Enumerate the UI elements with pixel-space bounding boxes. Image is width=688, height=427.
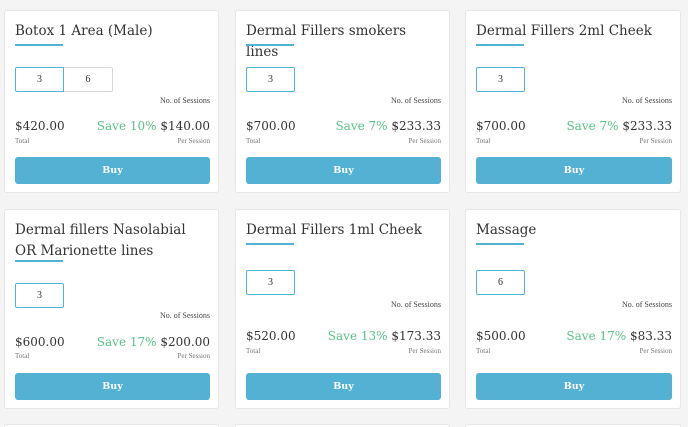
buy-button[interactable]: Buy bbox=[15, 373, 210, 400]
per-session-label: Per Session bbox=[177, 137, 210, 145]
session-option-3[interactable]: 3 bbox=[15, 283, 64, 308]
save-badge: Save 7% bbox=[335, 119, 388, 133]
title-underline bbox=[15, 260, 63, 262]
per-session-price: $83.33 bbox=[630, 329, 672, 343]
sessions-label: No. of Sessions bbox=[159, 311, 210, 320]
total-label: Total bbox=[476, 347, 491, 355]
buy-button[interactable]: Buy bbox=[246, 157, 441, 184]
session-selector: 3 6 bbox=[15, 67, 113, 92]
per-session-price: $140.00 bbox=[160, 119, 210, 133]
sessions-label: No. of Sessions bbox=[621, 96, 672, 105]
buy-button[interactable]: Buy bbox=[246, 373, 441, 400]
package-title: Dermal fillers Nasolabial OR Marionette … bbox=[15, 222, 186, 259]
per-session-label: Per Session bbox=[408, 137, 441, 145]
buy-button[interactable]: Buy bbox=[476, 157, 672, 184]
price-row: $700.00 Save 7% $233.33 bbox=[246, 119, 441, 135]
sessions-label: No. of Sessions bbox=[159, 96, 210, 105]
per-session-price: $233.33 bbox=[391, 119, 441, 133]
price-row: $520.00 Save 13% $173.33 bbox=[246, 329, 441, 345]
buy-button[interactable]: Buy bbox=[476, 373, 672, 400]
package-card: Dermal Fillers smokers lines 3 No. of Se… bbox=[235, 10, 450, 193]
per-session-label: Per Session bbox=[177, 352, 210, 360]
per-session-label: Per Session bbox=[639, 347, 672, 355]
total-price: $600.00 bbox=[15, 335, 65, 349]
session-option-3[interactable]: 3 bbox=[246, 270, 295, 295]
package-title: Massage bbox=[476, 222, 537, 238]
save-badge: Save 7% bbox=[566, 119, 619, 133]
package-card: Dermal Fillers 2ml Cheek 3 No. of Sessio… bbox=[465, 10, 681, 193]
title-underline bbox=[476, 44, 524, 46]
total-price: $420.00 bbox=[15, 119, 65, 133]
package-title: Dermal Fillers smokers lines bbox=[246, 23, 407, 60]
package-card: Dermal Fillers 1ml Cheek 3 No. of Sessio… bbox=[235, 209, 450, 409]
package-card: Massage 6 No. of Sessions $500.00 Save 1… bbox=[465, 209, 681, 409]
price-row: $700.00 Save 7% $233.33 bbox=[476, 119, 672, 135]
session-option-3[interactable]: 3 bbox=[15, 67, 64, 92]
package-card: Dermal fillers Nasolabial OR Marionette … bbox=[4, 209, 219, 409]
package-title: Botox 1 Area (Male) bbox=[15, 23, 153, 39]
per-session-price: $233.33 bbox=[622, 119, 672, 133]
per-session-price: $200.00 bbox=[160, 335, 210, 349]
price-row: $500.00 Save 17% $83.33 bbox=[476, 329, 672, 345]
per-session-label: Per Session bbox=[408, 347, 441, 355]
title-underline bbox=[246, 44, 294, 46]
save-badge: Save 17% bbox=[96, 335, 157, 349]
title-underline bbox=[476, 243, 524, 245]
total-price: $520.00 bbox=[246, 329, 296, 343]
save-badge: Save 10% bbox=[96, 119, 157, 133]
total-price: $500.00 bbox=[476, 329, 526, 343]
package-card: Botox 1 Area (Male) 3 6 No. of Sessions … bbox=[4, 10, 219, 193]
total-price: $700.00 bbox=[476, 119, 526, 133]
price-row: $420.00 Save 10% $140.00 bbox=[15, 119, 210, 135]
total-label: Total bbox=[476, 137, 491, 145]
per-session-label: Per Session bbox=[639, 137, 672, 145]
session-option-6[interactable]: 6 bbox=[476, 270, 525, 295]
save-badge: Save 17% bbox=[566, 329, 627, 343]
session-option-6[interactable]: 6 bbox=[64, 67, 113, 92]
total-label: Total bbox=[15, 352, 30, 360]
session-selector: 3 bbox=[15, 283, 64, 308]
session-option-3[interactable]: 3 bbox=[476, 67, 525, 92]
package-title: Dermal Fillers 2ml Cheek bbox=[476, 23, 652, 39]
session-selector: 3 bbox=[476, 67, 525, 92]
session-option-3[interactable]: 3 bbox=[246, 67, 295, 92]
total-label: Total bbox=[15, 137, 30, 145]
per-session-price: $173.33 bbox=[391, 329, 441, 343]
sessions-label: No. of Sessions bbox=[621, 300, 672, 309]
title-underline bbox=[246, 243, 294, 245]
session-selector: 3 bbox=[246, 270, 295, 295]
total-label: Total bbox=[246, 137, 261, 145]
save-badge: Save 13% bbox=[327, 329, 388, 343]
total-price: $700.00 bbox=[246, 119, 296, 133]
session-selector: 6 bbox=[476, 270, 525, 295]
title-underline bbox=[15, 44, 63, 46]
sessions-label: No. of Sessions bbox=[390, 96, 441, 105]
total-label: Total bbox=[246, 347, 261, 355]
buy-button[interactable]: Buy bbox=[15, 157, 210, 184]
package-title: Dermal Fillers 1ml Cheek bbox=[246, 222, 422, 238]
session-selector: 3 bbox=[246, 67, 295, 92]
sessions-label: No. of Sessions bbox=[390, 300, 441, 309]
price-row: $600.00 Save 17% $200.00 bbox=[15, 335, 210, 351]
